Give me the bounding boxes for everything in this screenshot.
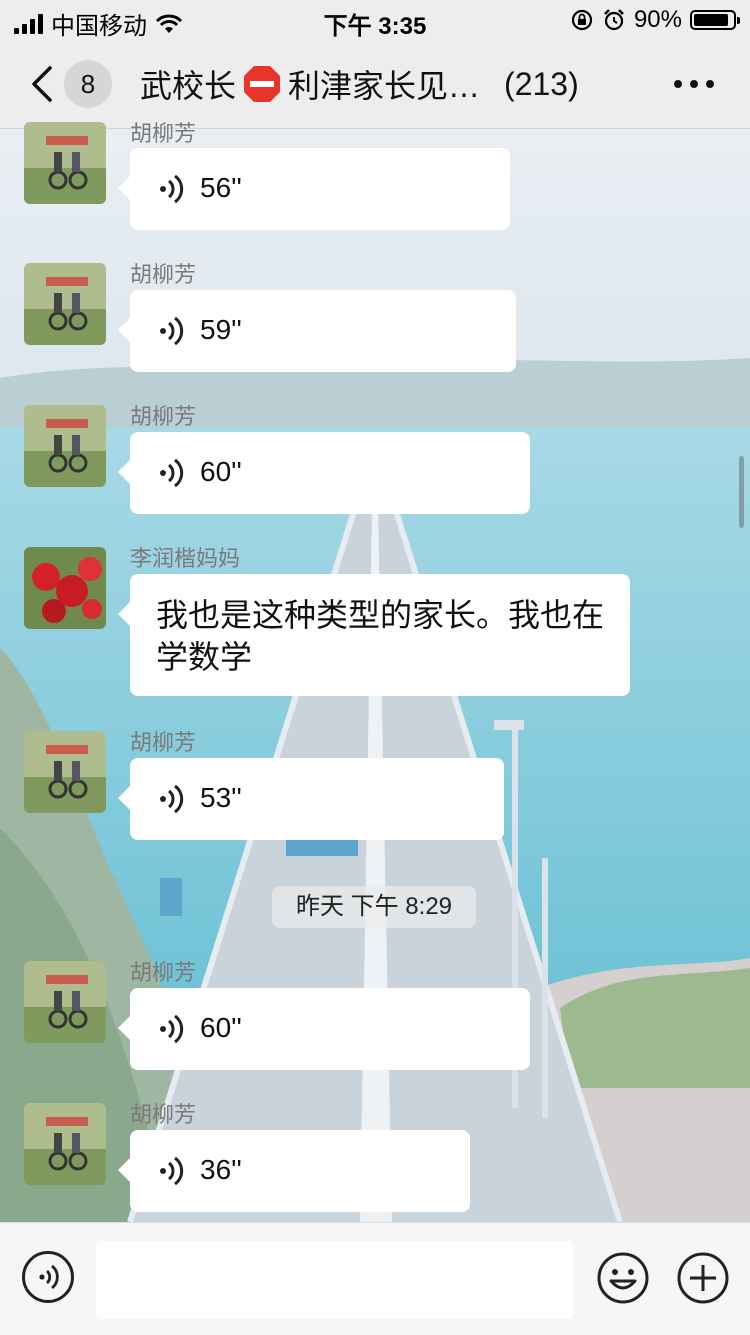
chat-header: 8 武校长 利津家长见… (213) — [0, 40, 750, 129]
sender-name: 胡柳芳 — [130, 730, 197, 755]
emoji-icon[interactable] — [596, 1251, 650, 1305]
time-divider: 昨天 下午 8:29 — [272, 886, 476, 928]
chat-title[interactable]: 武校长 利津家长见… (213) — [140, 62, 620, 106]
avatar[interactable] — [24, 547, 106, 629]
voice-duration: 53'' — [200, 782, 242, 813]
voice-duration: 60'' — [200, 1012, 242, 1043]
voice-message-bubble[interactable]: 36'' — [118, 1130, 470, 1212]
avatar[interactable] — [24, 1103, 106, 1185]
battery-icon — [690, 10, 740, 30]
input-bar — [0, 1222, 750, 1335]
voice-wave-icon — [160, 1014, 184, 1044]
voice-input-icon — [39, 1264, 59, 1290]
title-part2: 利津家长见… — [288, 68, 481, 104]
voice-duration: 36'' — [200, 1154, 242, 1185]
voice-wave-icon — [160, 316, 184, 346]
avatar[interactable] — [24, 961, 106, 1043]
unread-badge[interactable]: 8 — [64, 60, 112, 108]
sender-name: 李润楷妈妈 — [130, 546, 241, 571]
back-icon[interactable] — [28, 64, 58, 104]
voice-message-bubble[interactable]: 53'' — [118, 758, 504, 840]
avatar[interactable] — [24, 731, 106, 813]
text-message-bubble[interactable]: 我也是这种类型的家长。我也在学数学 — [118, 574, 630, 696]
battery-percent: 90% — [633, 6, 682, 33]
voice-wave-icon — [160, 1156, 184, 1186]
message-input[interactable] — [96, 1241, 574, 1319]
voice-duration: 60'' — [200, 456, 242, 487]
voice-duration: 56'' — [200, 172, 242, 203]
title-part1: 武校长 — [140, 68, 237, 104]
avatar[interactable] — [24, 405, 106, 487]
voice-wave-icon — [160, 174, 184, 204]
alarm-icon — [604, 9, 624, 31]
sender-name: 胡柳芳 — [130, 1102, 197, 1127]
voice-wave-icon — [160, 458, 184, 488]
voice-message-bubble[interactable]: 60'' — [118, 988, 530, 1070]
sender-name: 胡柳芳 — [130, 262, 197, 287]
status-bar: 中国移动 下午 3:35 90% — [0, 0, 750, 40]
avatar[interactable] — [24, 263, 106, 345]
stop-sign-icon — [244, 66, 281, 102]
voice-wave-icon — [160, 784, 184, 814]
voice-input-button[interactable] — [22, 1251, 74, 1303]
sender-name: 胡柳芳 — [130, 960, 197, 985]
status-right: 90% — [570, 6, 740, 34]
voice-message-bubble[interactable]: 60'' — [118, 432, 530, 514]
voice-message-bubble[interactable]: 59'' — [118, 290, 516, 372]
more-icon[interactable] — [674, 80, 714, 90]
sender-name: 胡柳芳 — [130, 404, 197, 429]
scrollbar[interactable] — [739, 456, 744, 528]
avatar[interactable] — [24, 122, 106, 204]
sender-name: 胡柳芳 — [130, 121, 197, 146]
rotation-lock-icon — [571, 9, 593, 31]
voice-message-bubble[interactable]: 56'' — [118, 148, 510, 230]
voice-duration: 59'' — [200, 314, 242, 345]
add-icon[interactable] — [676, 1251, 730, 1305]
member-count: (213) — [504, 65, 579, 102]
